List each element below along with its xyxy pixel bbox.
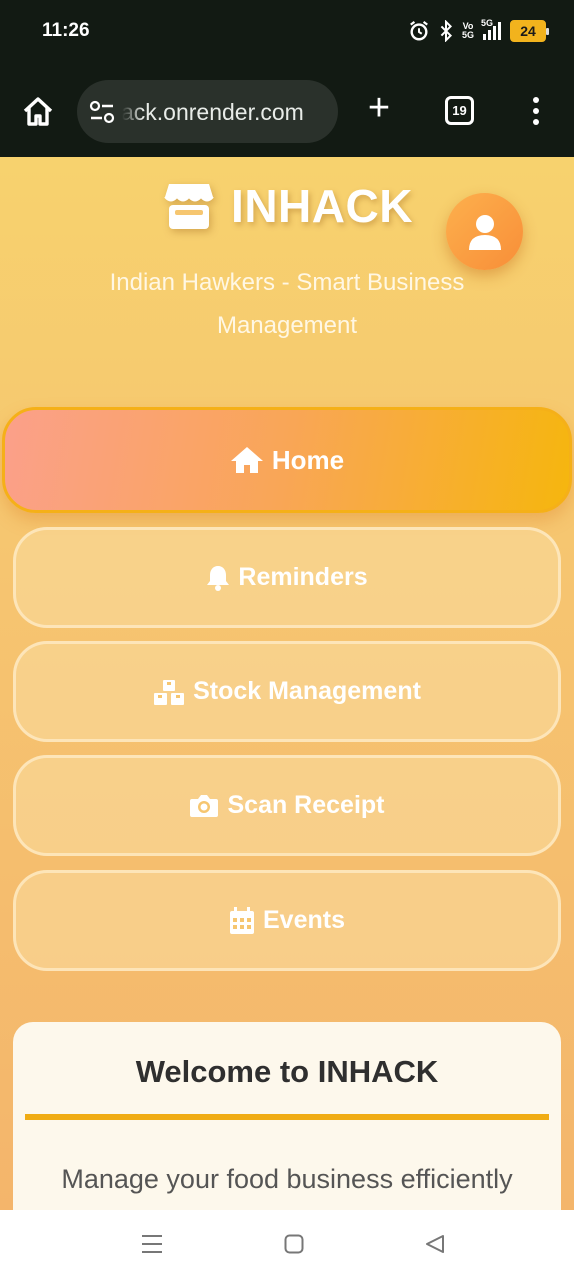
home-icon [230, 447, 263, 473]
nav-events-label: Events [263, 906, 345, 934]
app-header: INHACK Indian Hawkers - Smart Business M… [0, 157, 574, 387]
boxes-icon [154, 679, 185, 705]
nav-stock-button[interactable]: Stock Management [13, 641, 561, 742]
welcome-title: Welcome to INHACK [135, 1054, 439, 1089]
new-tab-button[interactable]: + [362, 89, 396, 128]
nav-reminders-button[interactable]: Reminders [13, 527, 561, 628]
tab-switcher-button[interactable]: 19 [445, 96, 474, 125]
signal-icon: 5G [481, 18, 501, 40]
back-icon[interactable] [425, 1234, 445, 1254]
browser-toolbar: ack.onrender.com + 19 [0, 66, 574, 157]
volte-label-bottom: 5G [461, 30, 474, 40]
store-icon [164, 184, 214, 229]
browser-home-button[interactable] [20, 94, 56, 130]
web-page: INHACK Indian Hawkers - Smart Business M… [0, 157, 574, 1210]
system-home-icon[interactable] [284, 1234, 304, 1254]
address-bar[interactable]: ack.onrender.com [77, 80, 338, 143]
nav-home-label: Home [271, 444, 345, 475]
system-nav-bar [0, 1210, 574, 1280]
nav-stock-label: Stock Management [193, 677, 421, 705]
alarm-icon [408, 20, 430, 42]
profile-button[interactable] [446, 193, 523, 270]
network-type: 5G [481, 18, 494, 28]
status-icons: Vo 5G 5G 24 [408, 18, 549, 42]
recent-apps-icon[interactable] [141, 1234, 163, 1254]
home-outline-icon [23, 97, 53, 126]
user-icon [468, 214, 501, 250]
nav-home-button[interactable]: Home [2, 407, 572, 513]
welcome-text: Manage your food business efficiently [61, 1164, 513, 1194]
bell-icon [207, 565, 230, 591]
nav-scan-receipt-button[interactable]: Scan Receipt [13, 755, 561, 856]
more-menu-button[interactable] [526, 94, 546, 128]
battery-level: 24 [520, 23, 536, 39]
url-text[interactable]: ack.onrender.com [121, 99, 331, 126]
app-title: INHACK [231, 180, 413, 232]
welcome-card: Welcome to INHACK Manage your food busin… [13, 1022, 561, 1210]
nav-reminders-label: Reminders [238, 563, 368, 591]
welcome-divider [25, 1114, 549, 1120]
volte-icon: Vo 5G [462, 22, 474, 40]
nav-scan-receipt-label: Scan Receipt [227, 791, 385, 819]
status-time: 11:26 [42, 20, 90, 41]
camera-icon [190, 794, 219, 817]
calendar-icon [230, 906, 254, 934]
bluetooth-icon [439, 20, 453, 42]
nav-events-button[interactable]: Events [13, 870, 561, 971]
status-bar: 11:26 Vo 5G 5G 24 [0, 0, 574, 66]
site-settings-icon[interactable] [89, 100, 115, 124]
app-subtitle: Indian Hawkers - Smart Business Manageme… [109, 269, 465, 339]
battery-icon: 24 [510, 20, 549, 42]
